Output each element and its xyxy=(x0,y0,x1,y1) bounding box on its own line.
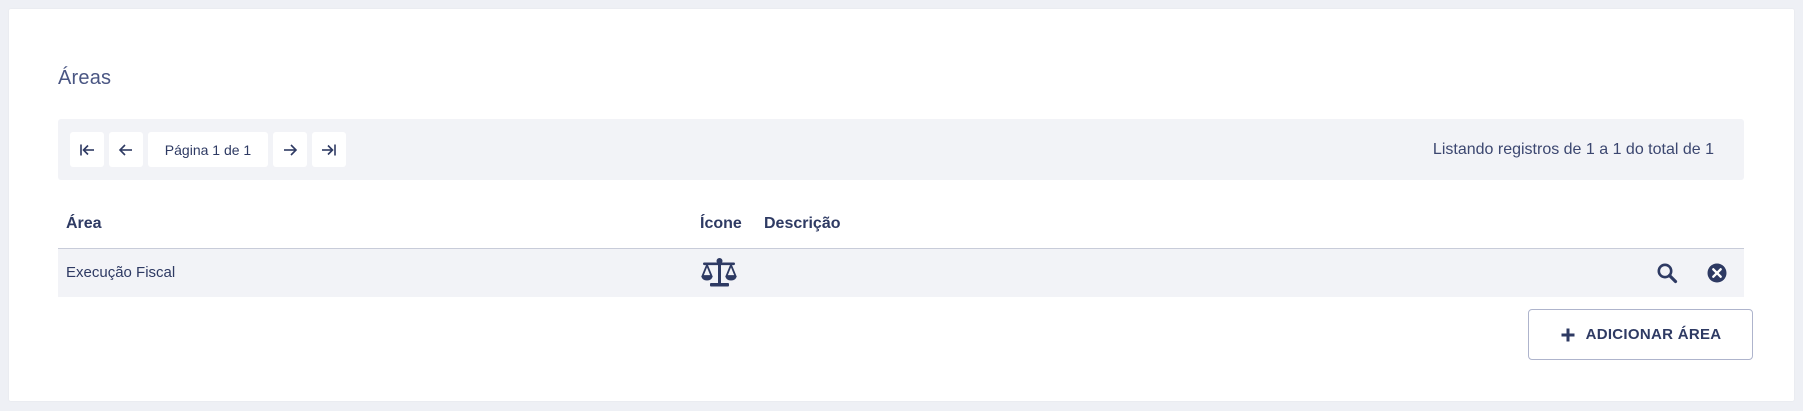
areas-card: Áreas Página 1 de 1 Listando registros d… xyxy=(9,9,1794,401)
last-page-icon xyxy=(322,144,336,155)
page-title: Áreas xyxy=(58,67,112,89)
add-area-button[interactable]: ADICIONAR ÁREA xyxy=(1528,309,1753,360)
column-header-icone[interactable]: Ícone xyxy=(700,215,742,233)
view-search-button[interactable] xyxy=(1656,262,1678,284)
column-header-area[interactable]: Área xyxy=(66,215,102,233)
table-header: Área Ícone Descrição xyxy=(58,204,1744,249)
remove-button[interactable] xyxy=(1706,262,1728,284)
pager-controls: Página 1 de 1 xyxy=(70,132,346,167)
areas-table: Área Ícone Descrição Execução Fiscal xyxy=(58,204,1744,297)
add-area-label: ADICIONAR ÁREA xyxy=(1585,326,1722,343)
area-name-cell: Execução Fiscal xyxy=(66,264,176,281)
search-icon xyxy=(1657,263,1678,284)
close-circle-icon xyxy=(1707,263,1727,283)
previous-page-button[interactable] xyxy=(109,132,143,167)
arrow-right-icon xyxy=(284,143,298,156)
arrow-left-icon xyxy=(118,143,132,156)
next-page-button[interactable] xyxy=(273,132,307,167)
column-header-descricao[interactable]: Descrição xyxy=(764,215,841,233)
first-page-icon xyxy=(80,144,94,155)
listing-summary: Listando registros de 1 a 1 do total de … xyxy=(1432,140,1714,158)
last-page-button[interactable] xyxy=(312,132,346,167)
first-page-button[interactable] xyxy=(70,132,104,167)
scale-balance-icon xyxy=(700,257,738,289)
pagination-bar: Página 1 de 1 Listando registros de 1 a … xyxy=(58,119,1744,180)
table-row[interactable]: Execução Fiscal xyxy=(58,249,1744,297)
page-info: Página 1 de 1 xyxy=(148,132,268,167)
plus-icon xyxy=(1561,328,1575,341)
